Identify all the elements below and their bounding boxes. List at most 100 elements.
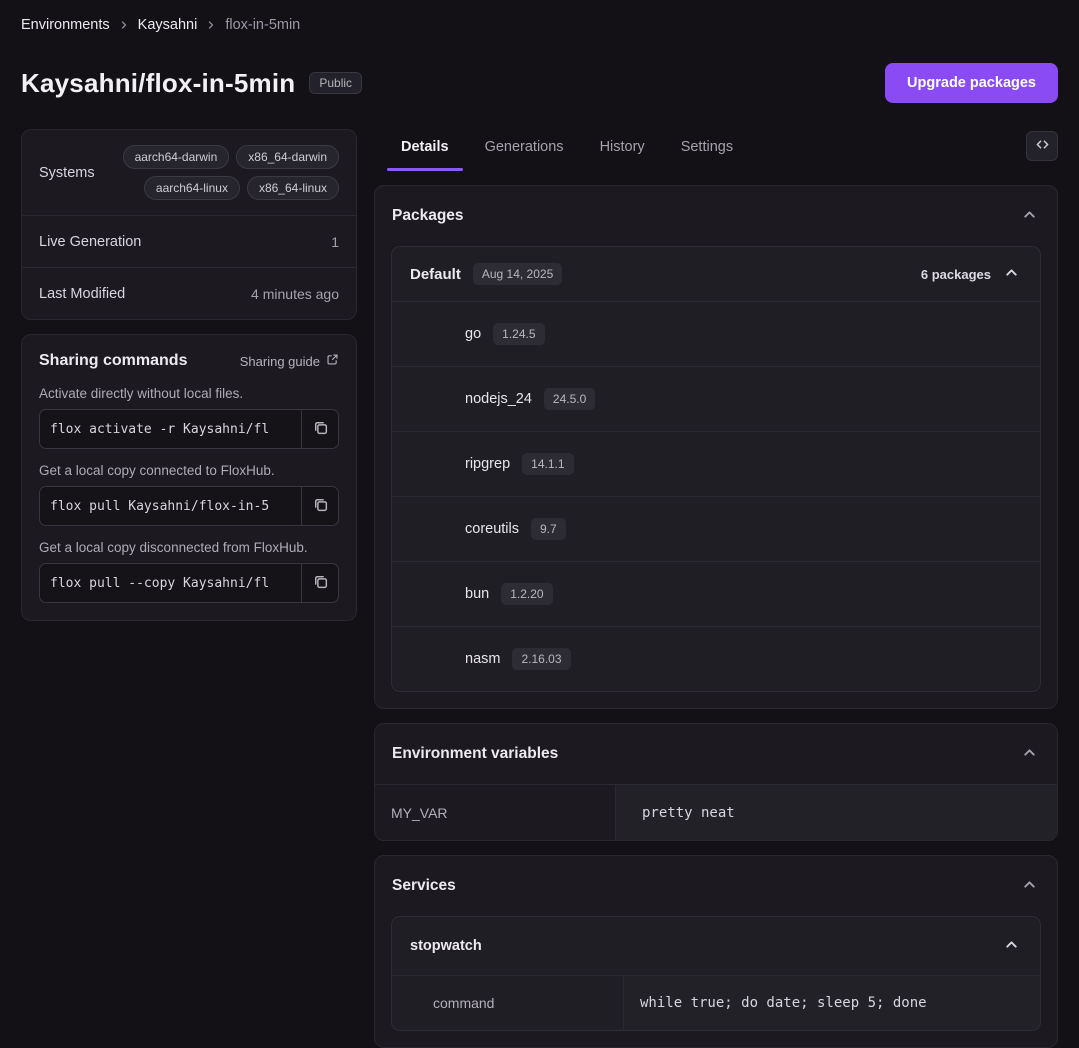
package-name: go bbox=[465, 326, 481, 342]
collapse-packages-button[interactable] bbox=[1019, 204, 1040, 228]
copy-icon bbox=[312, 419, 329, 439]
services-header[interactable]: Services bbox=[375, 856, 1057, 916]
copy-icon bbox=[312, 573, 329, 593]
command-box-pull: flox pull Kaysahni/flox-in-5 bbox=[39, 486, 339, 526]
breadcrumb-owner[interactable]: Kaysahni bbox=[138, 17, 198, 33]
system-badge: x86_64-linux bbox=[247, 176, 339, 200]
package-version-badge: 1.24.5 bbox=[493, 323, 544, 345]
group-name: Default bbox=[410, 266, 461, 283]
environment-variables-header[interactable]: Environment variables bbox=[375, 724, 1057, 784]
sharing-guide-link[interactable]: Sharing guide bbox=[240, 353, 339, 369]
service-group-stopwatch: stopwatch command while true; do date; s… bbox=[391, 916, 1041, 1031]
package-group-header[interactable]: Default Aug 14, 2025 6 packages bbox=[392, 247, 1040, 301]
tab-history[interactable]: History bbox=[582, 129, 663, 171]
environment-info-card: Systems aarch64-darwin x86_64-darwin aar… bbox=[21, 129, 357, 320]
collapse-env-vars-button[interactable] bbox=[1019, 742, 1040, 766]
main-content: Details Generations History Settings Pac… bbox=[374, 129, 1058, 1048]
package-count: 6 packages bbox=[921, 267, 991, 282]
environment-variables-section: Environment variables MY_VAR pretty neat bbox=[374, 723, 1058, 841]
chevron-up-icon bbox=[1021, 744, 1038, 764]
system-badge: aarch64-linux bbox=[144, 176, 240, 200]
environment-variables-title: Environment variables bbox=[392, 745, 558, 763]
copy-button[interactable] bbox=[301, 487, 338, 525]
service-name: stopwatch bbox=[410, 938, 482, 954]
package-version-badge: 2.16.03 bbox=[512, 648, 570, 670]
service-header[interactable]: stopwatch bbox=[392, 917, 1040, 975]
package-name: coreutils bbox=[465, 521, 519, 537]
package-group-default: Default Aug 14, 2025 6 packages bbox=[391, 246, 1041, 692]
tabbar: Details Generations History Settings bbox=[374, 129, 1058, 171]
collapse-group-button[interactable] bbox=[1001, 262, 1022, 286]
page-title: Kaysahni/flox-in-5min bbox=[21, 68, 295, 99]
chevron-up-icon bbox=[1003, 936, 1020, 956]
services-section: Services stopwatch bbox=[374, 855, 1058, 1048]
code-view-button[interactable] bbox=[1026, 131, 1058, 161]
package-row: go 1.24.5 bbox=[392, 301, 1040, 366]
package-name: nodejs_24 bbox=[465, 391, 532, 407]
sharing-commands-title: Sharing commands bbox=[39, 352, 187, 370]
breadcrumb: Environments Kaysahni flox-in-5min bbox=[21, 0, 1058, 33]
packages-header[interactable]: Packages bbox=[375, 186, 1057, 246]
copy-button[interactable] bbox=[301, 410, 338, 448]
command-text[interactable]: flox activate -r Kaysahni/fl bbox=[40, 410, 301, 448]
share-description: Activate directly without local files. bbox=[39, 386, 339, 401]
package-version-badge: 14.1.1 bbox=[522, 453, 573, 475]
chevron-up-icon bbox=[1003, 264, 1020, 284]
last-modified-row: Last Modified 4 minutes ago bbox=[22, 267, 356, 319]
service-command-key: command bbox=[392, 976, 624, 1030]
packages-section: Packages Default Aug 14, 2025 bbox=[374, 185, 1058, 709]
systems-label: Systems bbox=[39, 165, 95, 181]
share-description: Get a local copy connected to FloxHub. bbox=[39, 463, 339, 478]
env-var-row: MY_VAR pretty neat bbox=[375, 784, 1057, 840]
env-var-value: pretty neat bbox=[616, 785, 1057, 840]
group-date-badge: Aug 14, 2025 bbox=[473, 263, 562, 285]
last-modified-label: Last Modified bbox=[39, 286, 125, 302]
live-generation-label: Live Generation bbox=[39, 234, 141, 250]
sidebar: Systems aarch64-darwin x86_64-darwin aar… bbox=[21, 129, 357, 621]
breadcrumb-environments[interactable]: Environments bbox=[21, 17, 110, 33]
upgrade-packages-button[interactable]: Upgrade packages bbox=[885, 63, 1058, 103]
chevron-right-icon bbox=[205, 19, 217, 31]
service-command-row: command while true; do date; sleep 5; do… bbox=[392, 975, 1040, 1030]
live-generation-row: Live Generation 1 bbox=[22, 215, 356, 267]
package-row: bun 1.2.20 bbox=[392, 561, 1040, 626]
collapse-service-button[interactable] bbox=[1001, 934, 1022, 958]
package-name: nasm bbox=[465, 651, 500, 667]
package-version-badge: 1.2.20 bbox=[501, 583, 552, 605]
command-box-activate: flox activate -r Kaysahni/fl bbox=[39, 409, 339, 449]
chevron-right-icon bbox=[118, 19, 130, 31]
copy-button[interactable] bbox=[301, 564, 338, 602]
services-title: Services bbox=[392, 877, 456, 895]
external-link-icon bbox=[326, 353, 339, 369]
system-badges: aarch64-darwin x86_64-darwin aarch64-lin… bbox=[109, 145, 339, 200]
last-modified-value: 4 minutes ago bbox=[251, 286, 339, 302]
package-row: ripgrep 14.1.1 bbox=[392, 431, 1040, 496]
collapse-services-button[interactable] bbox=[1019, 874, 1040, 898]
system-badge: aarch64-darwin bbox=[123, 145, 230, 169]
package-row: nodejs_24 24.5.0 bbox=[392, 366, 1040, 431]
package-version-badge: 9.7 bbox=[531, 518, 566, 540]
command-text[interactable]: flox pull Kaysahni/flox-in-5 bbox=[40, 487, 301, 525]
share-description: Get a local copy disconnected from FloxH… bbox=[39, 540, 339, 555]
package-name: ripgrep bbox=[465, 456, 510, 472]
package-version-badge: 24.5.0 bbox=[544, 388, 595, 410]
sharing-guide-label: Sharing guide bbox=[240, 354, 320, 369]
package-name: bun bbox=[465, 586, 489, 602]
breadcrumb-current: flox-in-5min bbox=[225, 17, 300, 33]
chevron-up-icon bbox=[1021, 876, 1038, 896]
page: Environments Kaysahni flox-in-5min Kaysa… bbox=[0, 0, 1079, 1031]
env-var-key: MY_VAR bbox=[375, 785, 616, 840]
page-header: Kaysahni/flox-in-5min Public Upgrade pac… bbox=[21, 63, 1058, 103]
copy-icon bbox=[312, 496, 329, 516]
command-box-pull-copy: flox pull --copy Kaysahni/fl bbox=[39, 563, 339, 603]
command-text[interactable]: flox pull --copy Kaysahni/fl bbox=[40, 564, 301, 602]
tab-generations[interactable]: Generations bbox=[467, 129, 582, 171]
tab-details[interactable]: Details bbox=[383, 129, 467, 171]
tab-settings[interactable]: Settings bbox=[663, 129, 751, 171]
system-badge: x86_64-darwin bbox=[236, 145, 339, 169]
packages-title: Packages bbox=[392, 207, 464, 225]
sharing-commands-card: Sharing commands Sharing guide Activate … bbox=[21, 334, 357, 621]
live-generation-value: 1 bbox=[331, 234, 339, 250]
package-row: coreutils 9.7 bbox=[392, 496, 1040, 561]
visibility-badge: Public bbox=[309, 72, 362, 94]
